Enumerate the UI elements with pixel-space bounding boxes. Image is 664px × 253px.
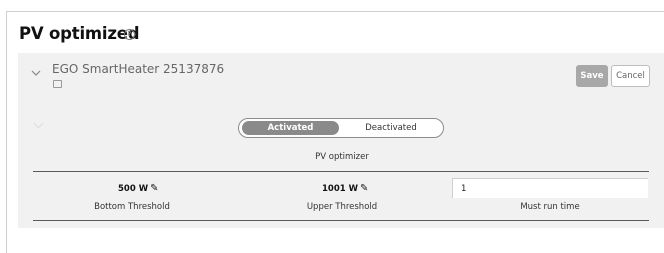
bottom-threshold-text: 500 W	[118, 184, 149, 194]
toggle-activated-option[interactable]: Activated	[242, 121, 339, 135]
upper-threshold-label: Upper Threshold	[306, 202, 378, 212]
device-icon	[53, 80, 62, 88]
must-run-time-label: Must run time	[520, 202, 580, 212]
toggle-deactivated-option[interactable]: Deactivated	[343, 121, 439, 135]
chevron-down-icon[interactable]	[30, 68, 42, 78]
upper-threshold-text: 1001 W	[322, 184, 358, 194]
bottom-threshold-label: Bottom Threshold	[94, 202, 170, 212]
divider-top	[33, 171, 649, 172]
must-run-time-input[interactable]	[452, 178, 648, 198]
bottom-threshold-value[interactable]: 500 W ✎	[118, 183, 158, 194]
pencil-icon[interactable]: ✎	[150, 183, 158, 194]
cancel-button[interactable]: Cancel	[611, 65, 650, 87]
upper-threshold-value[interactable]: 1001 W ✎	[322, 183, 368, 194]
help-icon[interactable]: ?	[124, 29, 135, 40]
pv-optimizer-toggle[interactable]: Activated Deactivated	[238, 118, 444, 138]
toggle-caption: PV optimizer	[315, 152, 369, 162]
pencil-icon[interactable]: ✎	[360, 183, 368, 194]
divider-bottom	[33, 220, 649, 221]
device-name: EGO SmartHeater 25137876	[52, 62, 225, 76]
page-title: PV optimized	[19, 24, 140, 43]
save-button[interactable]: Save	[576, 65, 608, 87]
